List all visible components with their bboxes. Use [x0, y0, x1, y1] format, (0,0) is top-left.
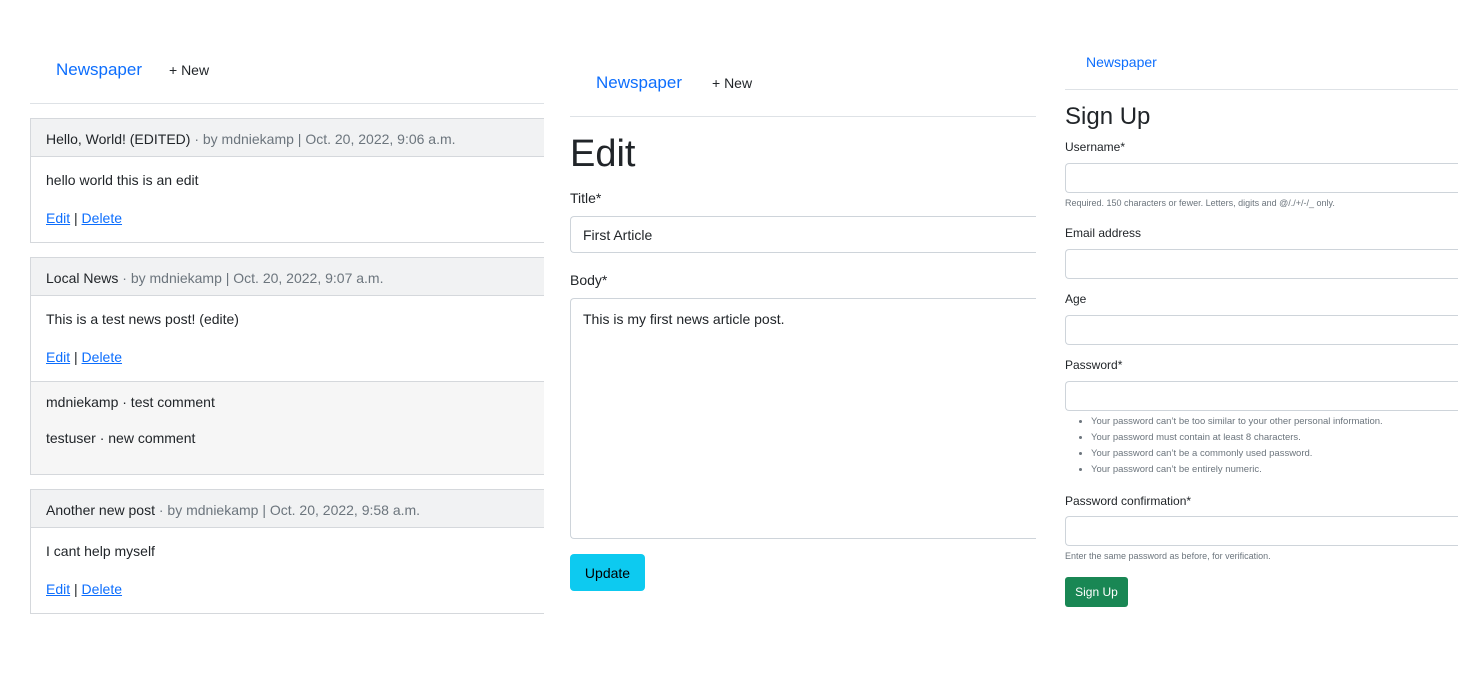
article-card: Local News · by mdniekamp | Oct. 20, 202… [30, 257, 544, 475]
article-meta: · by mdniekamp | Oct. 20, 2022, 9:06 a.m… [194, 131, 456, 147]
edit-link[interactable]: Edit [46, 349, 70, 365]
article-meta: · by mdniekamp | Oct. 20, 2022, 9:58 a.m… [158, 502, 421, 518]
signup-page: Newspaper Sign Up Username* Required. 15… [1065, 0, 1458, 680]
article-header: Hello, World! (EDITED) · by mdniekamp | … [31, 119, 544, 157]
new-article-link[interactable]: + New [169, 62, 209, 78]
article-text: hello world this is an edit [46, 172, 199, 188]
edit-article-page: Newspaper + New Edit Title* First Articl… [570, 0, 1036, 680]
update-button[interactable]: Update [570, 554, 645, 591]
article-meta: · by mdniekamp | Oct. 20, 2022, 9:07 a.m… [122, 270, 384, 286]
delete-link[interactable]: Delete [82, 210, 122, 226]
edit-link[interactable]: Edit [46, 210, 70, 226]
article-text: I cant help myself [46, 543, 155, 559]
page-title: Edit [570, 133, 636, 175]
article-list-page: Newspaper + New Hello, World! (EDITED) ·… [30, 0, 544, 680]
article-card: Hello, World! (EDITED) · by mdniekamp | … [30, 118, 544, 243]
article-body: This is a test news post! (edite) Edit |… [31, 296, 544, 381]
comment-item: mdniekamp · test comment [46, 394, 215, 410]
nav-divider [1065, 89, 1458, 90]
article-title: Hello, World! (EDITED) [46, 131, 191, 147]
password-label: Password* [1065, 358, 1123, 372]
article-card: Another new post · by mdniekamp | Oct. 2… [30, 489, 544, 614]
email-input[interactable] [1065, 249, 1458, 279]
article-list: Hello, World! (EDITED) · by mdniekamp | … [30, 118, 544, 614]
link-separator: | [74, 210, 78, 226]
page-title: Sign Up [1065, 103, 1151, 130]
article-body: I cant help myself Edit | Delete [31, 528, 544, 613]
comment-list: mdniekamp · test comment testuser · new … [31, 381, 544, 474]
link-separator: | [74, 581, 78, 597]
password-rule: Your password can’t be too similar to yo… [1091, 414, 1383, 430]
title-label: Title* [570, 190, 602, 206]
password-rule: Your password must contain at least 8 ch… [1091, 430, 1383, 446]
delete-link[interactable]: Delete [82, 349, 122, 365]
edit-link[interactable]: Edit [46, 581, 70, 597]
comment-item: testuser · new comment [46, 430, 196, 446]
age-label: Age [1065, 292, 1087, 306]
article-actions: Edit | Delete [46, 210, 529, 242]
signup-button[interactable]: Sign Up [1065, 577, 1128, 607]
brand-link[interactable]: Newspaper [56, 60, 142, 80]
article-title: Another new post [46, 502, 155, 518]
password-input[interactable] [1065, 381, 1458, 411]
nav-divider [30, 103, 544, 104]
article-text: This is a test news post! (edite) [46, 311, 239, 327]
article-header: Another new post · by mdniekamp | Oct. 2… [31, 490, 544, 528]
link-separator: | [74, 349, 78, 365]
body-textarea[interactable]: This is my first news article post. [570, 298, 1036, 539]
password-confirm-help: Enter the same password as before, for v… [1065, 551, 1271, 561]
nav-divider [570, 116, 1036, 117]
email-label: Email address [1065, 226, 1142, 240]
username-help: Required. 150 characters or fewer. Lette… [1065, 198, 1335, 208]
age-input[interactable] [1065, 315, 1458, 345]
article-title: Local News [46, 270, 119, 286]
password-requirements: Your password can’t be too similar to yo… [1065, 414, 1383, 478]
username-input[interactable] [1065, 163, 1458, 193]
article-actions: Edit | Delete [46, 581, 529, 613]
password-rule: Your password can’t be a commonly used p… [1091, 446, 1383, 462]
password-confirm-input[interactable] [1065, 516, 1458, 546]
body-label: Body* [570, 272, 608, 288]
new-article-link[interactable]: + New [712, 75, 752, 91]
title-input[interactable]: First Article [570, 216, 1036, 253]
brand-link[interactable]: Newspaper [596, 73, 682, 93]
article-actions: Edit | Delete [46, 349, 529, 381]
article-body: hello world this is an edit Edit | Delet… [31, 157, 544, 242]
article-header: Local News · by mdniekamp | Oct. 20, 202… [31, 258, 544, 296]
password-confirm-label: Password confirmation* [1065, 494, 1192, 508]
password-rule: Your password can’t be entirely numeric. [1091, 462, 1383, 478]
username-label: Username* [1065, 140, 1126, 154]
brand-link[interactable]: Newspaper [1086, 54, 1157, 70]
delete-link[interactable]: Delete [82, 581, 122, 597]
